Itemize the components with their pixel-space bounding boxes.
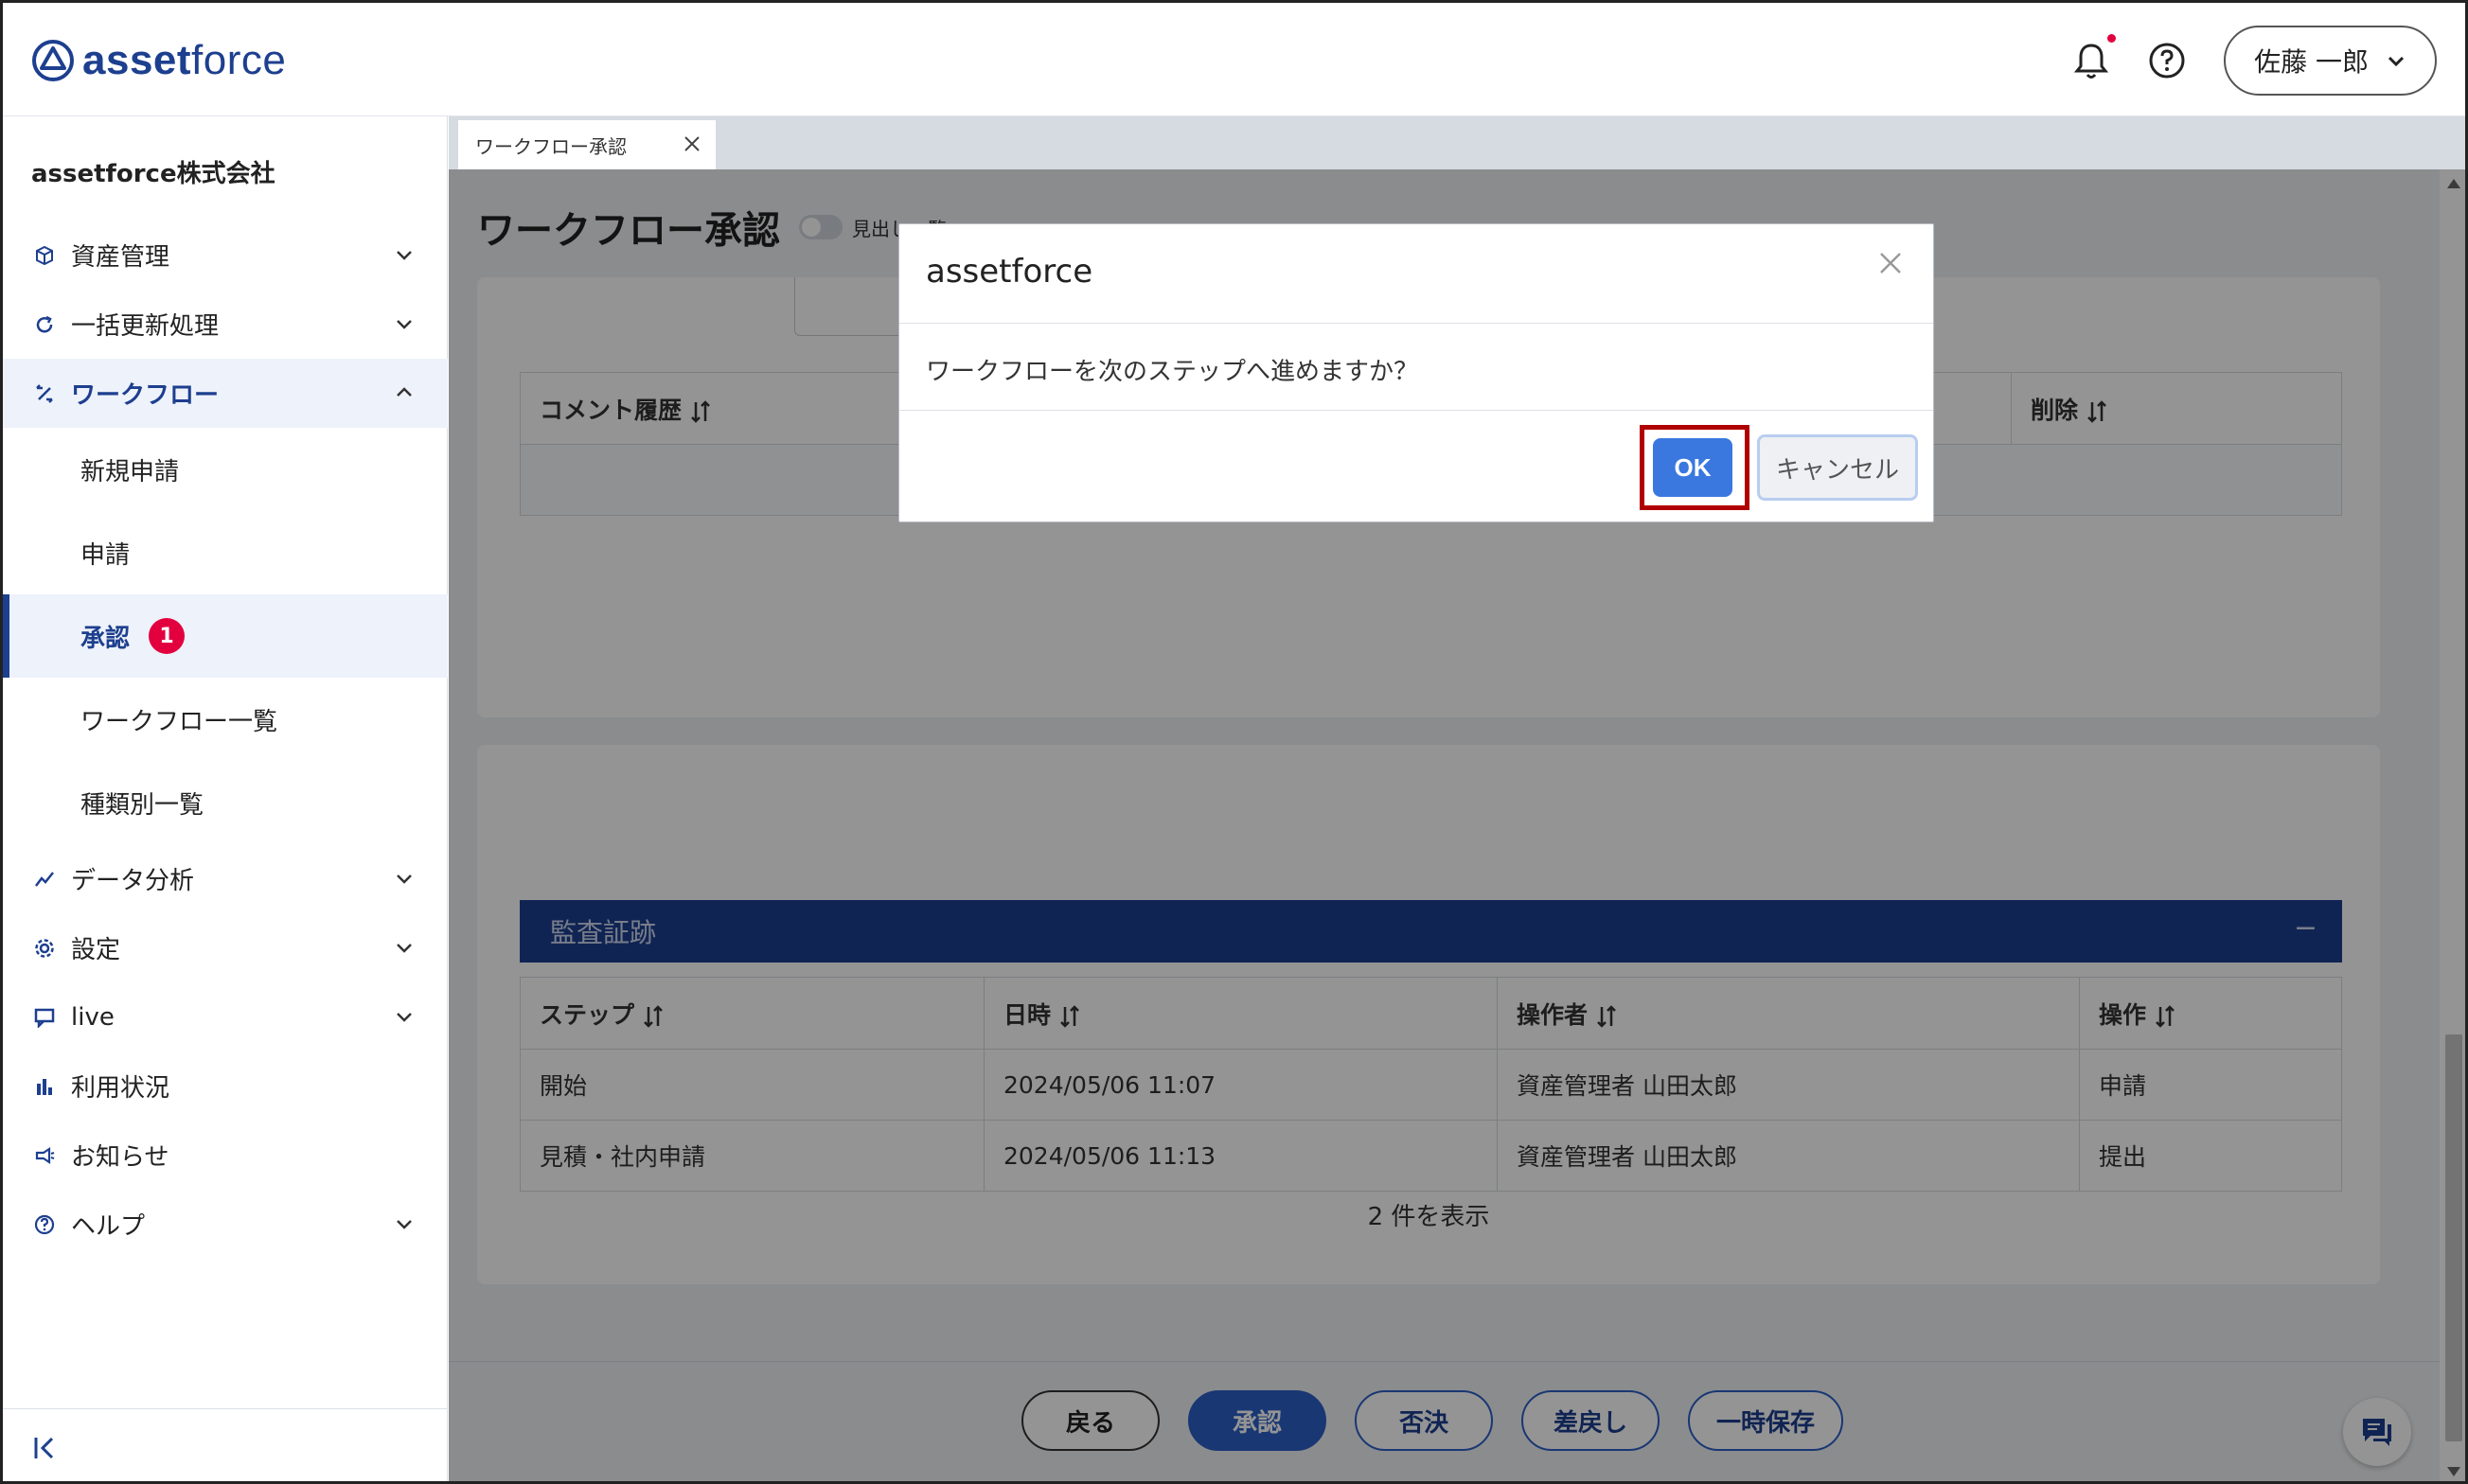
refresh-icon [33, 313, 56, 336]
gear-icon [33, 937, 56, 960]
company-name: assetforce株式会社 [31, 160, 275, 188]
sidebar-collapse-button[interactable] [3, 1408, 448, 1481]
sidebar-subitem-new-request[interactable]: 新規申請 [3, 428, 448, 511]
chevron-down-icon [397, 251, 412, 260]
chevron-down-icon [397, 874, 412, 884]
divider [899, 410, 1933, 411]
bar-chart-icon [33, 1075, 56, 1098]
dialog-message: ワークフローを次のステップへ進めますか？ [926, 358, 1419, 386]
sidebar: assetforce株式会社 資産管理 一括更新処理 ワークフロー 新規申請 申… [3, 116, 448, 1481]
sidebar-item-data-analysis[interactable]: データ分析 [3, 844, 448, 913]
close-icon[interactable] [682, 133, 702, 154]
close-icon[interactable] [1876, 249, 1905, 277]
approval-count-badge: 1 [149, 618, 186, 654]
tab-strip: ワークフロー承認 [449, 116, 2465, 169]
user-name: 佐藤 一郎 [2254, 46, 2369, 78]
app-window: assetforce 佐藤 一郎 assetforce株式会社 資産管理 一括更… [0, 0, 2468, 1484]
sidebar-item-usage[interactable]: 利用状況 [3, 1051, 448, 1121]
megaphone-icon [33, 1144, 56, 1167]
dialog-title: assetforce [926, 253, 1093, 291]
help-icon[interactable] [2148, 42, 2186, 80]
logo-text: assetforce [82, 37, 287, 83]
cancel-button[interactable]: キャンセル [1757, 434, 1918, 501]
cube-icon [33, 244, 56, 267]
sidebar-item-help[interactable]: ヘルプ [3, 1190, 448, 1259]
analytics-icon [33, 868, 56, 891]
divider [899, 323, 1933, 324]
sidebar-item-notices[interactable]: お知らせ [3, 1121, 448, 1190]
collapse-sidebar-icon [34, 1437, 54, 1459]
chevron-down-icon [397, 1013, 412, 1022]
sidebar-subitem-type-list[interactable]: 種類別一覧 [3, 761, 448, 844]
chevron-down-icon [397, 944, 412, 953]
sidebar-nav: 資産管理 一括更新処理 ワークフロー 新規申請 申請 承認 1 ワークフロー一覧… [3, 221, 448, 1259]
chevron-down-icon [397, 320, 412, 329]
ok-button[interactable]: OK [1653, 438, 1732, 497]
sidebar-item-settings[interactable]: 設定 [3, 913, 448, 982]
user-menu-button[interactable]: 佐藤 一郎 [2224, 26, 2437, 96]
sidebar-subitem-request[interactable]: 申請 [3, 511, 448, 594]
chevron-down-icon [2388, 56, 2405, 67]
help-icon [33, 1213, 56, 1236]
logo: assetforce [31, 37, 286, 84]
notification-dot [2107, 34, 2117, 43]
confirm-dialog: assetforce ワークフローを次のステップへ進めますか？ OK キャンセル [898, 223, 1934, 522]
sidebar-item-bulk-update[interactable]: 一括更新処理 [3, 290, 448, 359]
chevron-up-icon [397, 387, 412, 397]
top-bar: assetforce 佐藤 一郎 [3, 3, 2465, 116]
notification-bell-icon[interactable] [2072, 34, 2117, 81]
live-chat-icon [33, 1006, 56, 1029]
sidebar-subitem-workflow-list[interactable]: ワークフロー一覧 [3, 678, 448, 761]
tab-workflow-approval[interactable]: ワークフロー承認 [458, 120, 716, 169]
sidebar-item-asset-management[interactable]: 資産管理 [3, 221, 448, 290]
sidebar-item-workflow[interactable]: ワークフロー [3, 359, 448, 428]
logo-icon [32, 40, 74, 81]
sidebar-subitem-approval[interactable]: 承認 1 [3, 594, 448, 678]
workflow-icon [33, 382, 56, 405]
chevron-down-icon [397, 1220, 412, 1229]
sidebar-item-live[interactable]: live [3, 982, 448, 1051]
